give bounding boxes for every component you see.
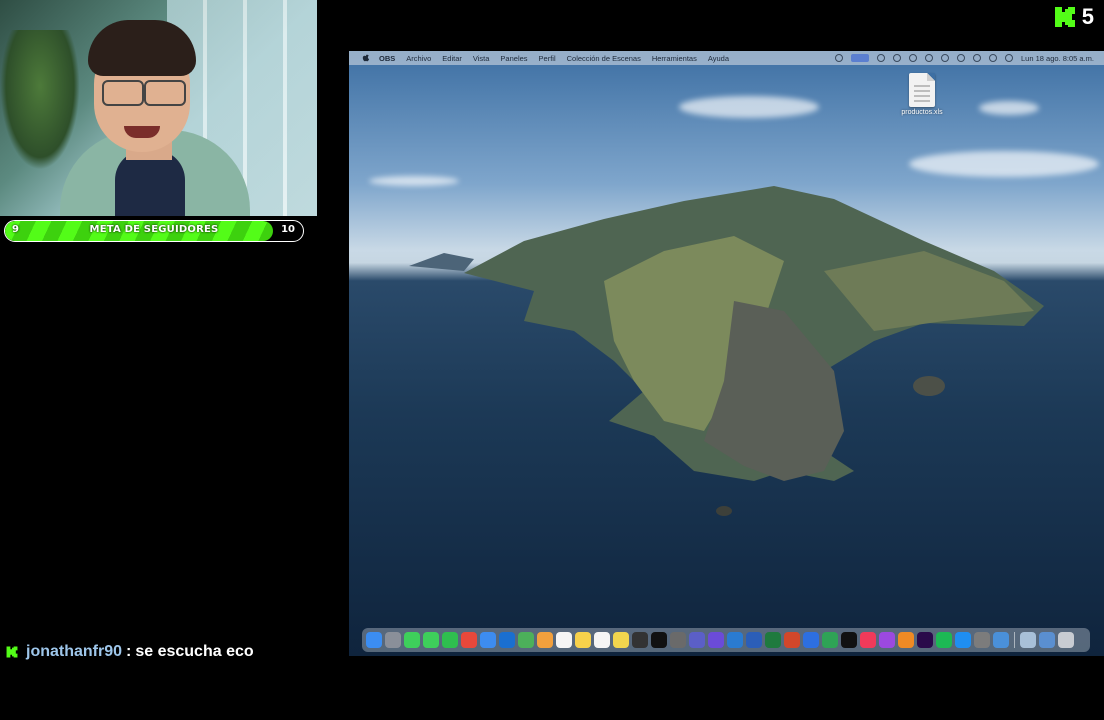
dock-reminders-icon[interactable] — [594, 632, 610, 648]
dock-finder-folder-icon[interactable] — [1020, 632, 1036, 648]
user-icon[interactable] — [909, 54, 918, 62]
dock-stickies-icon[interactable] — [613, 632, 629, 648]
chat-message: jonathanfr90 : se escucha eco — [6, 643, 254, 661]
display-mirror-icon[interactable] — [851, 54, 870, 62]
dock-podcasts-icon[interactable] — [879, 632, 895, 648]
dock-calendar-icon[interactable] — [556, 632, 572, 648]
dock-maps-icon[interactable] — [518, 632, 534, 648]
desktop-file-productos[interactable]: productos.xls — [887, 73, 957, 116]
menu-herramientas[interactable]: Herramientas — [652, 54, 697, 63]
dock-app-store-icon[interactable] — [955, 632, 971, 648]
dock-brackets-icon[interactable] — [670, 632, 686, 648]
dock-mail-icon[interactable] — [480, 632, 496, 648]
streamer-glasses — [98, 80, 186, 106]
chat-username[interactable]: jonathanfr90 — [26, 643, 122, 661]
dock-teams-icon[interactable] — [689, 632, 705, 648]
menu-vista[interactable]: Vista — [473, 54, 490, 63]
macos-menu-bar: OBS Archivo Editar Vista Paneles Perfil … — [349, 51, 1104, 65]
menu-archivo[interactable]: Archivo — [406, 54, 431, 63]
dock-photos-icon[interactable] — [537, 632, 553, 648]
webcam-overlay — [0, 0, 317, 216]
dock-keynote-icon[interactable] — [803, 632, 819, 648]
dock-chrome-icon[interactable] — [461, 632, 477, 648]
menu-bar-status-area: Lun 18 ago. 8:05 a.m. — [835, 54, 1094, 63]
battery-icon[interactable] — [941, 54, 950, 62]
menu-editar[interactable]: Editar — [442, 54, 462, 63]
dock-capcut-icon[interactable] — [651, 632, 667, 648]
dock-vscode-icon[interactable] — [727, 632, 743, 648]
dock-system-preferences-icon[interactable] — [974, 632, 990, 648]
follower-goal-target: 10 — [281, 224, 295, 235]
dock-preview-icon[interactable] — [993, 632, 1009, 648]
webcam-background-plant — [0, 30, 80, 170]
menu-perfil[interactable]: Perfil — [539, 54, 556, 63]
dock-launchpad-icon[interactable] — [385, 632, 401, 648]
dock-whatsapp-icon[interactable] — [442, 632, 458, 648]
siri-icon[interactable] — [1005, 54, 1014, 62]
dock-word-icon[interactable] — [746, 632, 762, 648]
dock-music-icon[interactable] — [860, 632, 876, 648]
follower-goal-title: META DE SEGUIDORES — [89, 224, 219, 235]
dock-trash-icon[interactable] — [1058, 632, 1074, 648]
dock-facetime-icon[interactable] — [404, 632, 420, 648]
timemachine-icon[interactable] — [893, 54, 902, 62]
dock-separator — [1014, 632, 1015, 648]
menu-coleccion-escenas[interactable]: Colección de Escenas — [567, 54, 641, 63]
dock-premiere-icon[interactable] — [917, 632, 933, 648]
control-center-icon[interactable] — [973, 54, 982, 62]
bluetooth-icon[interactable] — [877, 54, 886, 62]
macos-dock — [362, 628, 1090, 652]
desktop-file-label: productos.xls — [901, 109, 943, 116]
status-icon[interactable] — [835, 54, 844, 62]
dock-books-icon[interactable] — [898, 632, 914, 648]
wifi-icon[interactable] — [957, 54, 966, 62]
spreadsheet-file-icon — [909, 73, 935, 107]
dock-notes-icon[interactable] — [575, 632, 591, 648]
search-icon[interactable] — [989, 54, 998, 62]
screen-capture: OBS Archivo Editar Vista Paneles Perfil … — [349, 51, 1104, 656]
kick-badge-icon — [6, 646, 18, 658]
dock-numbers-icon[interactable] — [822, 632, 838, 648]
catalina-island — [409, 186, 1044, 516]
dock-imovie-icon[interactable] — [708, 632, 724, 648]
dock-spotify-icon[interactable] — [936, 632, 952, 648]
viewer-count: 5 — [1081, 4, 1094, 29]
viewer-counter: 5 — [1054, 4, 1094, 30]
apple-menu-icon[interactable] — [361, 53, 371, 63]
streamer-hair — [88, 20, 196, 76]
chat-separator: : — [126, 643, 132, 660]
dock-powerpoint-icon[interactable] — [784, 632, 800, 648]
dock-messages-icon[interactable] — [423, 632, 439, 648]
dock-excel-icon[interactable] — [765, 632, 781, 648]
kick-logo-icon — [1054, 6, 1076, 28]
settings-icon[interactable] — [925, 54, 934, 62]
menu-paneles[interactable]: Paneles — [500, 54, 527, 63]
dock-appletv-icon[interactable] — [841, 632, 857, 648]
follower-goal-bar: 9 META DE SEGUIDORES 10 — [4, 220, 304, 242]
dock-outlook-icon[interactable] — [499, 632, 515, 648]
dock-obs-icon[interactable] — [632, 632, 648, 648]
dock-downloads-icon[interactable] — [1039, 632, 1055, 648]
menu-obs[interactable]: OBS — [379, 54, 395, 63]
chat-message-text: se escucha eco — [135, 643, 254, 660]
dock-finder-icon[interactable] — [366, 632, 382, 648]
menu-bar-clock[interactable]: Lun 18 ago. 8:05 a.m. — [1021, 54, 1094, 63]
menu-ayuda[interactable]: Ayuda — [708, 54, 729, 63]
